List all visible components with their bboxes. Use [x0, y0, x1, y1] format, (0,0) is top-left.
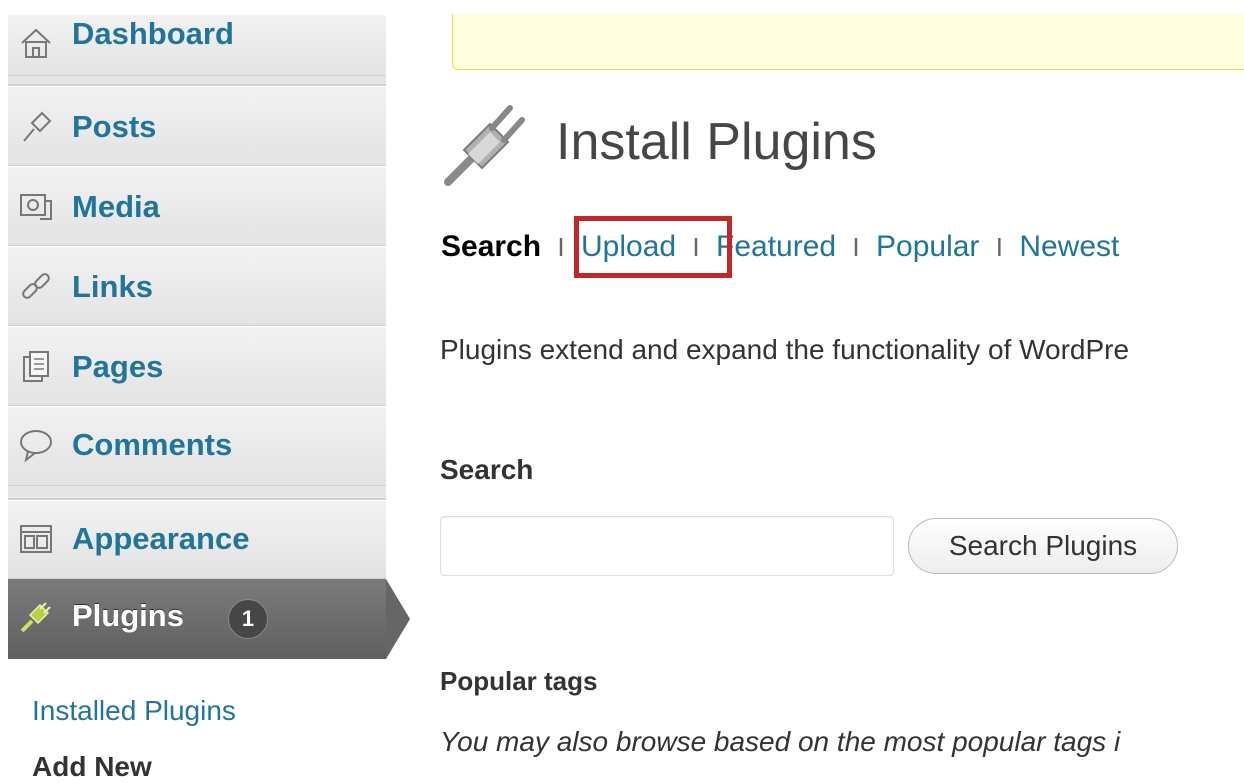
- sidebar-item-label: Comments: [72, 427, 233, 462]
- comments-icon: [20, 430, 52, 463]
- popular-tags-heading: Popular tags: [440, 666, 598, 696]
- sidebar-item-dashboard[interactable]: Dashboard: [8, 14, 386, 76]
- sidebar-item-posts[interactable]: Posts: [8, 86, 386, 166]
- media-icon: [20, 194, 52, 220]
- admin-sidebar: Dashboard Posts Media Links Pages Commen…: [8, 14, 386, 782]
- links-icon: [22, 273, 50, 299]
- tab-separator: I: [852, 232, 860, 262]
- plugins-icon: [20, 602, 51, 633]
- sidebar-item-pages[interactable]: Pages: [8, 326, 386, 406]
- tab-separator: I: [557, 232, 565, 262]
- sidebar-item-label: Posts: [72, 109, 157, 144]
- search-heading: Search: [440, 454, 534, 485]
- sidebar-item-label: Media: [72, 189, 160, 224]
- tab-popular[interactable]: Popular: [876, 230, 979, 264]
- sidebar-item-label: Plugins: [72, 598, 184, 633]
- active-menu-arrow: [386, 579, 410, 659]
- sidebar-item-links[interactable]: Links: [8, 246, 386, 326]
- update-count-badge: 1: [228, 599, 268, 639]
- posts-icon: [23, 111, 52, 142]
- tab-newest[interactable]: Newest: [1019, 230, 1119, 264]
- notice-bar: [452, 14, 1244, 70]
- tab-search[interactable]: Search: [441, 230, 541, 264]
- sidebar-item-label: Appearance: [72, 521, 250, 556]
- upload-highlight-box: [574, 216, 732, 278]
- sidebar-item-plugins[interactable]: Plugins 1: [8, 579, 386, 659]
- popular-tags-text: You may also browse based on the most po…: [440, 726, 1121, 757]
- submenu-add-new[interactable]: Add New: [32, 751, 152, 783]
- search-input[interactable]: [440, 516, 894, 576]
- sidebar-item-appearance[interactable]: Appearance: [8, 500, 386, 579]
- appearance-icon: [20, 525, 52, 553]
- plugins-submenu: Installed Plugins Add New: [8, 659, 386, 782]
- sidebar-item-media[interactable]: Media: [8, 166, 386, 246]
- install-tabs: Search I Upload I Featured I Popular I N…: [441, 230, 1119, 264]
- tab-separator: I: [995, 232, 1003, 262]
- sidebar-item-label: Links: [72, 269, 153, 304]
- top-strip: [0, 0, 1244, 14]
- dashboard-icon: [21, 28, 51, 58]
- sidebar-item-label: Dashboard: [72, 16, 234, 51]
- submenu-installed-plugins[interactable]: Installed Plugins: [32, 695, 236, 727]
- plugins-page-icon: [444, 105, 525, 186]
- pages-icon: [23, 351, 49, 382]
- page-title: Install Plugins: [556, 113, 877, 171]
- intro-text: Plugins extend and expand the functional…: [440, 334, 1130, 365]
- sidebar-item-comments[interactable]: Comments: [8, 406, 386, 486]
- search-plugins-button[interactable]: Search Plugins: [908, 518, 1178, 574]
- sidebar-item-label: Pages: [72, 349, 164, 384]
- tab-featured[interactable]: Featured: [716, 230, 836, 264]
